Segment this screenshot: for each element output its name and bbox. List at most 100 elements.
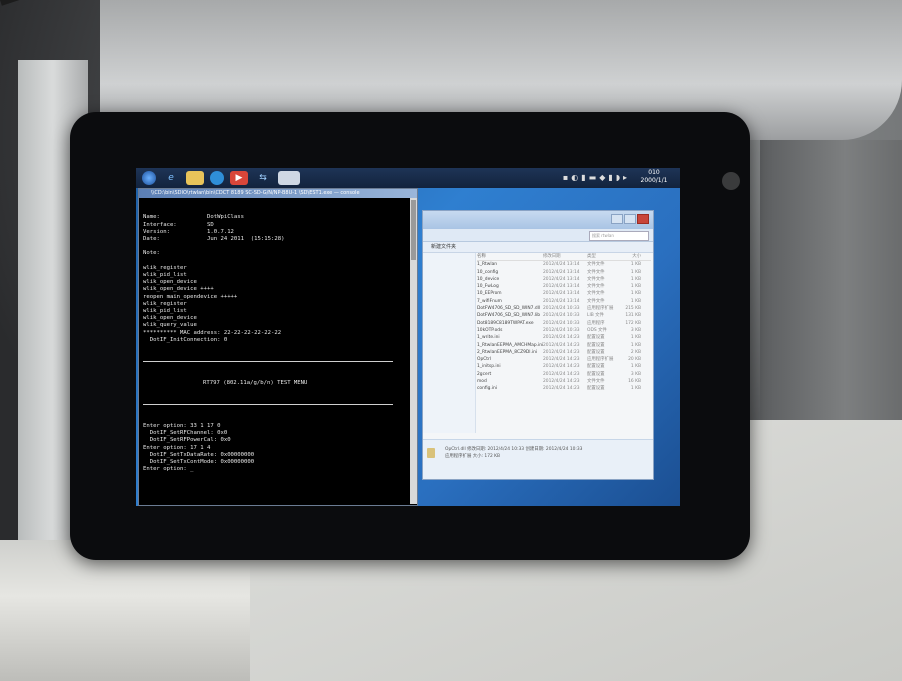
column-name[interactable]: 名称 <box>477 253 543 260</box>
close-button[interactable] <box>637 214 649 224</box>
file-row[interactable]: 10_FwLog 2012/4/24 13:14 文件文件 1 KB <box>477 283 651 290</box>
file-row[interactable]: config.ini 2012/4/24 14:23 配置设置 1 KB <box>477 385 651 392</box>
file-date: 2012/4/24 10:33 <box>543 327 580 333</box>
clock-date: 2000/1/1 <box>640 177 668 184</box>
file-type: ODS 文件 <box>587 327 607 333</box>
file-date: 2012/4/24 10:33 <box>543 306 580 312</box>
file-type: 文件文件 <box>587 298 605 304</box>
console-line: wlik_query_value <box>143 322 197 329</box>
file-row[interactable]: 7_wifiFnum 2012/4/24 13:14 文件文件 1 KB <box>477 298 651 305</box>
console-line: DotIF_SetRFChannel: 0x0 <box>143 430 228 437</box>
file-type: 应用程序扩展 <box>587 357 614 363</box>
file-row[interactable]: DotFW4706_SD_SD_WIN7.dll 2012/4/24 10:33 应… <box>477 305 651 312</box>
file-row[interactable]: DotFW4706_SD_SD_WIN7.lib 2012/4/24 10:33 L… <box>477 312 651 319</box>
file-size: 20 KB <box>628 357 641 363</box>
console-line: wlik_register <box>143 264 187 271</box>
file-size: 1 KB <box>630 291 641 297</box>
explorer-toolbar[interactable]: 新建文件夹 <box>423 242 653 253</box>
file-row[interactable]: 10_config 2012/4/24 13:14 文件文件 1 KB <box>477 269 651 276</box>
file-list[interactable]: 名称 修改日期 类型 大小 1_Rtwlan 2012/4/24 13:14 文件文件 1 … <box>477 253 651 433</box>
console-line: wlik_pid_list <box>143 308 187 315</box>
column-date[interactable]: 修改日期 <box>543 253 587 260</box>
console-line: DotIF_SetRFPowerCal: 0x0 <box>143 437 231 444</box>
file-size: 1 KB <box>630 284 641 290</box>
navigation-pane[interactable] <box>423 253 476 433</box>
file-date: 2012/4/24 13:14 <box>543 269 580 275</box>
file-type: 应用程序 <box>587 320 605 326</box>
file-type: 应用程序扩展 <box>587 306 614 312</box>
file-type: 文件文件 <box>587 262 605 268</box>
file-row[interactable]: 10kOTP.ods 2012/4/24 10:33 ODS 文件 3 KB <box>477 327 651 334</box>
file-type: 文件文件 <box>587 379 605 385</box>
file-row[interactable]: 1_Rtwlan 2012/4/24 13:14 文件文件 1 KB <box>477 261 651 268</box>
network-icon[interactable]: ⇆ <box>254 171 272 185</box>
file-size: 2 KB <box>630 349 641 355</box>
file-row[interactable]: 1_write.ini 2012/4/24 14:23 配置设置 1 KB <box>477 334 651 341</box>
console-line: Enter option: _ <box>143 466 194 473</box>
file-name: 10_config <box>477 269 499 275</box>
file-size: 1 KB <box>630 364 641 370</box>
file-type: 配置设置 <box>587 342 605 348</box>
file-name: 1_Rtwlan <box>477 262 498 268</box>
file-size: 16 KB <box>628 379 641 385</box>
file-row[interactable]: OpCtrl 2012/4/24 14:23 应用程序扩展 20 KB <box>477 356 651 363</box>
console-window-icon[interactable] <box>278 171 300 185</box>
console-window[interactable]: \\CD:\bin\SDIO\rtwlan\bin\CDCT 8189 SC-S… <box>138 188 418 506</box>
maximize-button[interactable] <box>624 214 636 224</box>
scrollbar-thumb[interactable] <box>411 200 416 260</box>
file-icon <box>427 448 435 458</box>
file-row[interactable]: 2gcert 2012/4/24 14:23 配置设置 3 KB <box>477 371 651 378</box>
file-row[interactable]: mod 2012/4/24 14:23 文件文件 16 KB <box>477 378 651 385</box>
file-explorer-window[interactable]: 搜索 rtwlan 新建文件夹 名称 修改日期 类型 大小 1_Rtwlan 2012/… <box>422 210 654 480</box>
file-name: 1_initsp.ini <box>477 364 501 370</box>
system-tray[interactable]: ▪◐▮▬◆▮◗▸ <box>563 173 630 182</box>
file-date: 2012/4/24 13:14 <box>543 284 580 290</box>
start-orb-icon[interactable] <box>142 171 156 185</box>
file-date: 2012/4/24 14:23 <box>543 349 580 355</box>
console-scrollbar[interactable] <box>410 198 417 504</box>
details-pane: OpCtrl.dll 修改日期: 2012/4/24 10:33 创建日期: 2… <box>423 439 653 479</box>
file-name: 1_write.ini <box>477 335 500 341</box>
file-date: 2012/4/24 10:33 <box>543 320 580 326</box>
file-row[interactable]: 10_EEProm 2012/4/24 13:14 文件文件 1 KB <box>477 290 651 297</box>
file-row[interactable]: 1_RtwlanEEPMA_AMCHMap.ini2012/4/24 14:23… <box>477 342 651 349</box>
file-date: 2012/4/24 13:14 <box>543 291 580 297</box>
folder-icon[interactable] <box>186 171 204 185</box>
media-center-icon[interactable] <box>210 171 224 185</box>
file-name: 2_RtwlanEEPMA_8CZ9Dl.ini <box>477 349 538 355</box>
file-type: 文件文件 <box>587 276 605 282</box>
column-size[interactable]: 大小 <box>617 253 641 260</box>
ie-browser-icon[interactable]: e <box>162 171 180 185</box>
file-date: 2012/4/24 14:23 <box>543 364 580 370</box>
file-name: DotFW4706_SD_SD_WIN7.lib <box>477 313 541 319</box>
console-line: Note: <box>143 250 160 257</box>
console-line: Version: 1.0.7.12 <box>143 228 234 235</box>
console-line: DotIF_SetTxContMode: 0x00000000 <box>143 458 255 465</box>
column-type[interactable]: 类型 <box>587 253 617 260</box>
minimize-button[interactable] <box>611 214 623 224</box>
file-size: 1 KB <box>630 262 641 268</box>
file-name: 2gcert <box>477 371 492 377</box>
file-size: 131 KB <box>625 313 641 319</box>
search-input[interactable]: 搜索 rtwlan <box>589 231 649 241</box>
file-row[interactable]: 1_initsp.ini 2012/4/24 14:23 配置设置 1 KB <box>477 363 651 370</box>
divider <box>143 361 393 363</box>
console-line: wlik_open_device <box>143 315 197 322</box>
explorer-titlebar[interactable] <box>423 211 653 229</box>
file-type: 文件文件 <box>587 269 605 275</box>
console-titlebar[interactable]: \\CD:\bin\SDIO\rtwlan\bin\CDCT 8189 SC-S… <box>139 189 417 198</box>
media-player-icon[interactable]: ▶ <box>230 171 248 185</box>
file-date: 2012/4/24 14:23 <box>543 379 580 385</box>
file-size: 215 KB <box>625 306 641 312</box>
taskbar-clock[interactable]: 010 2000/1/1 <box>634 169 674 185</box>
console-line: Date: Jun 24 2011 (15:15:28) <box>143 236 285 243</box>
file-name: 1_RtwlanEEPMA_AMCHMap.ini <box>477 342 543 348</box>
file-row[interactable]: Dot8189C8189TWPAT.exe 2012/4/24 10:33 应用程序… <box>477 320 651 327</box>
file-row[interactable]: 10_device 2012/4/24 13:14 文件文件 1 KB <box>477 276 651 283</box>
file-row[interactable]: 2_RtwlanEEPMA_8CZ9Dl.ini 2012/4/24 14:23 配… <box>477 349 651 356</box>
file-date: 2012/4/24 14:23 <box>543 342 580 348</box>
console-line: Enter option: 17 1 4 <box>143 444 211 451</box>
file-size: 1 KB <box>630 386 641 392</box>
